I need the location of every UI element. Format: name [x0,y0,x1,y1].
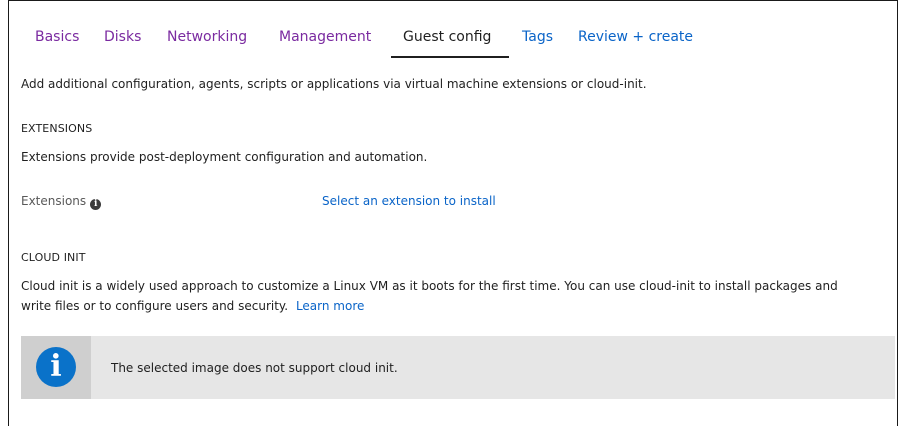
tab-networking[interactable]: Networking [167,27,247,47]
cloud-init-heading: CLOUD INIT [21,251,86,264]
tab-guest-config[interactable]: Guest config [403,27,491,47]
active-tab-indicator [391,56,509,58]
tab-bar: Basics Disks Networking Management Guest… [9,1,897,59]
cloud-init-info-banner: i The selected image does not support cl… [21,336,895,399]
tab-management[interactable]: Management [279,27,371,47]
extensions-field-label: Extensions i [21,193,102,210]
cloud-init-description-line1: Cloud init is a widely used approach to … [21,279,838,293]
learn-more-link[interactable]: Learn more [296,299,364,313]
info-icon: i [36,347,76,387]
tab-disks[interactable]: Disks [104,27,141,47]
tab-tags[interactable]: Tags [522,27,553,47]
extensions-description: Extensions provide post-deployment confi… [21,150,428,164]
tab-review-create[interactable]: Review + create [578,27,693,47]
select-extension-link[interactable]: Select an extension to install [322,193,496,209]
cloud-init-description-line2-text: write files or to configure users and se… [21,299,289,313]
banner-message: The selected image does not support clou… [111,361,398,375]
tab-basics[interactable]: Basics [35,27,79,47]
intro-text: Add additional configuration, agents, sc… [21,77,647,91]
cloud-init-description-line2: write files or to configure users and se… [21,298,364,314]
guest-config-panel: Basics Disks Networking Management Guest… [8,0,898,426]
info-icon[interactable]: i [90,199,102,210]
banner-icon-box: i [21,336,91,399]
extensions-label-text: Extensions [21,194,87,208]
extensions-heading: EXTENSIONS [21,122,93,135]
